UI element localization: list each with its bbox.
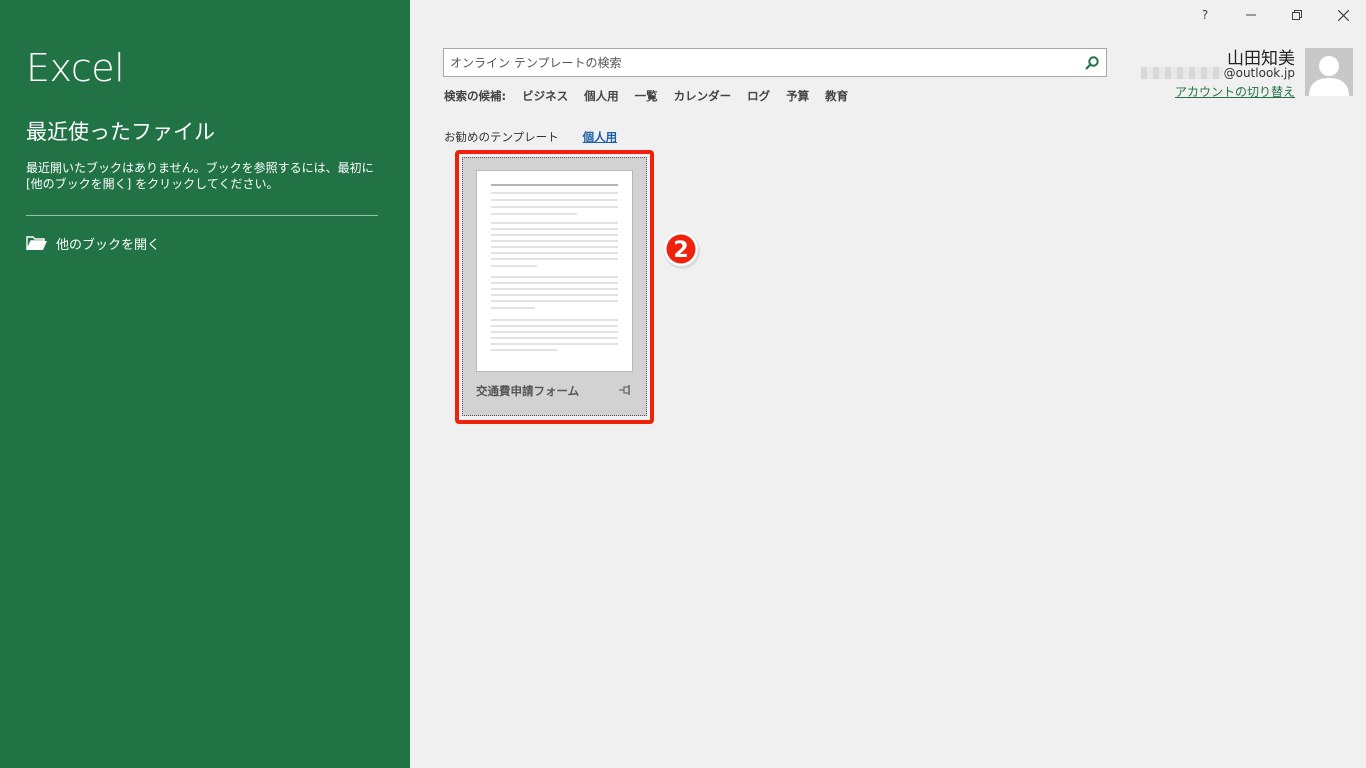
suggestion-log[interactable]: ログ	[747, 88, 770, 104]
suggestion-budget[interactable]: 予算	[786, 88, 809, 104]
recent-files-description: 最近開いたブックはありません。ブックを参照するには、最初に [他のブックを開く]…	[26, 161, 374, 191]
account-email: @outlook.jp	[1140, 66, 1295, 80]
help-button[interactable]: ?	[1182, 0, 1228, 30]
suggestion-education[interactable]: 教育	[825, 88, 848, 104]
step-number: 2	[673, 238, 688, 263]
tab-personal[interactable]: 個人用	[583, 129, 618, 145]
open-other-workbooks-button[interactable]: 他のブックを開く	[26, 232, 160, 254]
minimize-icon	[1246, 14, 1256, 16]
sidebar: Excel 最近使ったファイル 最近開いたブックはありません。ブックを参照するに…	[0, 0, 410, 768]
suggestion-business[interactable]: ビジネス	[522, 88, 568, 104]
highlight-frame	[455, 150, 654, 424]
user-avatar-icon[interactable]	[1305, 48, 1353, 96]
minimize-button[interactable]	[1228, 0, 1274, 30]
folder-open-icon	[26, 235, 48, 251]
sidebar-divider	[26, 215, 378, 216]
recent-files-heading: 最近使ったファイル	[26, 120, 215, 144]
suggestions-label: 検索の候補:	[444, 89, 507, 103]
suggestion-calendar[interactable]: カレンダー	[674, 88, 732, 104]
restore-button[interactable]	[1274, 0, 1320, 30]
app-title: Excel	[26, 46, 125, 90]
close-button[interactable]	[1320, 0, 1366, 30]
restore-icon	[1292, 10, 1302, 20]
open-other-workbooks-label: 他のブックを開く	[56, 237, 161, 253]
account-email-domain: @outlook.jp	[1223, 66, 1295, 80]
suggestion-personal[interactable]: 個人用	[584, 88, 619, 104]
step-number-badge: 2	[664, 232, 700, 269]
email-redacted	[1140, 67, 1223, 79]
search-button[interactable]	[1082, 53, 1102, 73]
close-icon	[1337, 9, 1349, 21]
suggestion-list[interactable]: 一覧	[635, 88, 658, 104]
search-icon	[1085, 56, 1099, 70]
template-search-input[interactable]	[444, 49, 1074, 76]
template-tabs: お勧めのテンプレート 個人用	[444, 129, 617, 145]
switch-account-link[interactable]: アカウントの切り替え	[1175, 83, 1295, 100]
template-search-box	[443, 48, 1107, 77]
search-suggestions: 検索の候補: ビジネス 個人用 一覧 カレンダー ログ 予算 教育	[444, 88, 848, 104]
help-icon: ?	[1201, 8, 1209, 22]
tab-featured[interactable]: お勧めのテンプレート	[444, 129, 559, 145]
